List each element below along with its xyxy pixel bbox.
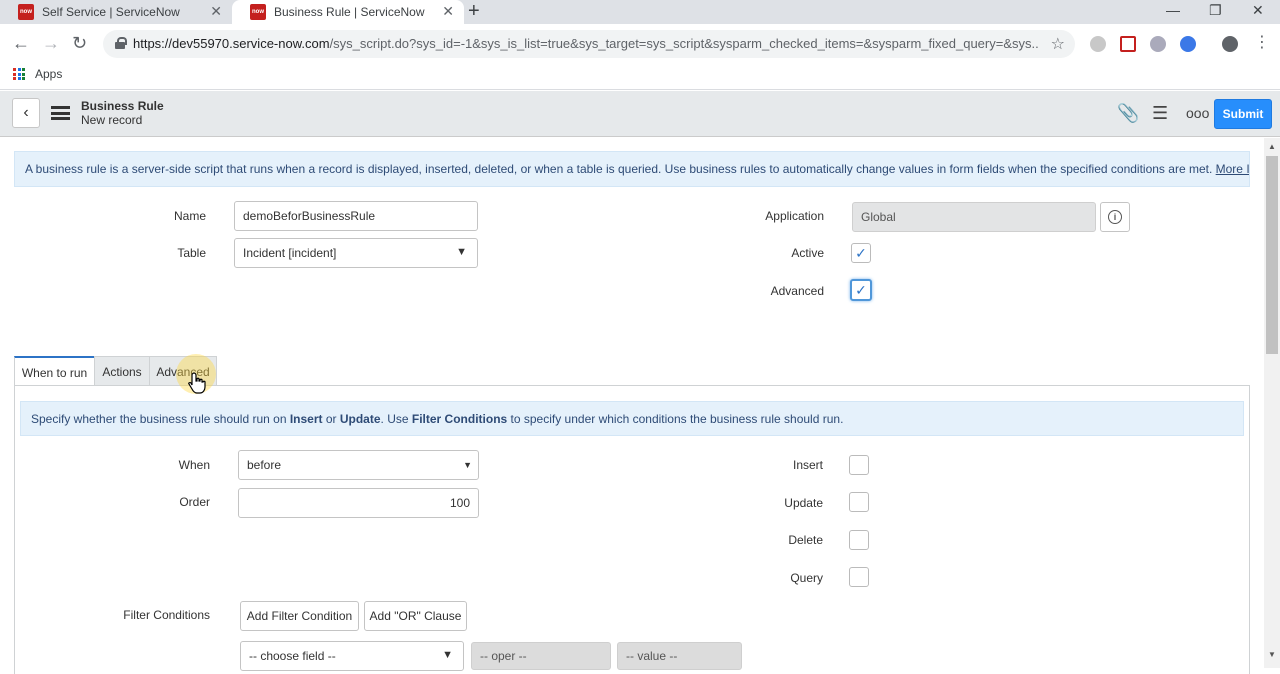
apps-bookmark[interactable]: Apps <box>35 67 62 81</box>
browser-tab-business-rule[interactable]: now Business Rule | ServiceNow ✕ <box>232 0 464 24</box>
extension-pocket-icon[interactable] <box>1120 36 1136 52</box>
url-text: https://dev55970.service-now.com/sys_scr… <box>133 36 1038 51</box>
form-title: Business Rule <box>81 99 164 113</box>
tab-title: Self Service | ServiceNow <box>42 5 180 19</box>
add-filter-condition-button[interactable]: Add Filter Condition <box>240 601 359 631</box>
when-select[interactable]: before ▼ <box>238 450 479 480</box>
checkmark-icon: ✓ <box>855 281 867 298</box>
settings-sliders-icon[interactable]: ☰ <box>1152 103 1168 124</box>
filter-conditions-label: Filter Conditions <box>123 608 210 622</box>
page-scrollbar[interactable]: ▲ ▼ <box>1264 138 1280 668</box>
servicenow-favicon-icon: now <box>250 4 266 20</box>
when-to-run-hint: Specify whether the business rule should… <box>20 401 1244 436</box>
tab-actions[interactable]: Actions <box>94 356 150 386</box>
servicenow-favicon-icon: now <box>18 4 34 20</box>
paperclip-icon[interactable]: 📎 <box>1117 103 1139 124</box>
info-icon: i <box>1108 210 1122 224</box>
active-label: Active <box>791 246 824 260</box>
update-label: Update <box>784 496 823 510</box>
bookmarks-bar: Apps <box>0 64 1280 90</box>
extension-shield-icon[interactable] <box>1150 36 1166 52</box>
form-subtitle: New record <box>81 113 143 127</box>
table-label: Table <box>177 246 206 260</box>
bookmark-star-icon[interactable]: ☆ <box>1051 34 1065 54</box>
browser-toolbar: ← → ↻ https://dev55970.service-now.com/s… <box>0 24 1280 64</box>
browser-tab-self-service[interactable]: now Self Service | ServiceNow ✕ <box>0 0 232 24</box>
delete-checkbox[interactable] <box>849 530 869 550</box>
context-menu-icon[interactable] <box>51 106 70 120</box>
scroll-down-arrow-icon[interactable]: ▼ <box>1268 650 1276 659</box>
close-tab-icon[interactable]: ✕ <box>210 3 222 20</box>
name-label: Name <box>173 209 206 223</box>
chrome-menu-icon[interactable]: ⋮ <box>1254 33 1270 53</box>
dropdown-arrow-icon: ▼ <box>456 246 467 258</box>
dropdown-arrow-icon: ▼ <box>442 649 453 661</box>
application-label: Application <box>765 209 824 223</box>
address-bar[interactable]: https://dev55970.service-now.com/sys_scr… <box>103 30 1075 58</box>
scroll-up-arrow-icon[interactable]: ▲ <box>1268 142 1276 151</box>
back-button[interactable]: ‹ <box>12 98 40 128</box>
dropdown-arrow-icon: ▼ <box>463 460 472 470</box>
extension-star-icon[interactable] <box>1180 36 1196 52</box>
tab-title: Business Rule | ServiceNow <box>274 5 425 19</box>
new-tab-plus-icon[interactable]: + <box>468 0 480 22</box>
name-input[interactable]: demoBeforBusinessRule <box>234 201 478 231</box>
chevron-left-icon: ‹ <box>23 104 29 121</box>
scroll-thumb[interactable] <box>1266 156 1278 354</box>
apps-grid-icon[interactable] <box>13 68 25 80</box>
value-field[interactable]: -- value -- <box>617 642 742 670</box>
minimize-icon[interactable]: — <box>1166 0 1180 20</box>
add-or-clause-button[interactable]: Add "OR" Clause <box>364 601 467 631</box>
tab-when-to-run[interactable]: When to run <box>14 356 95 387</box>
extension-icon[interactable] <box>1090 36 1106 52</box>
more-options-icon[interactable]: ooo <box>1186 105 1209 121</box>
when-label: When <box>178 458 210 472</box>
advanced-label: Advanced <box>770 284 824 298</box>
active-checkbox[interactable]: ✓ <box>851 243 871 263</box>
operator-select[interactable]: -- oper -- <box>471 642 611 670</box>
insert-label: Insert <box>792 458 823 472</box>
delete-label: Delete <box>788 533 823 547</box>
reload-icon[interactable]: ↻ <box>72 33 87 53</box>
browser-tab-bar: now Self Service | ServiceNow ✕ now Busi… <box>0 0 1280 24</box>
update-checkbox[interactable] <box>849 492 869 512</box>
submit-button[interactable]: Submit <box>1214 99 1272 129</box>
more-info-link[interactable]: More Info <box>1216 162 1249 176</box>
form-header: ‹ Business Rule New record 📎 ☰ ooo Submi… <box>0 91 1280 137</box>
insert-checkbox[interactable] <box>849 455 869 475</box>
back-arrow-icon[interactable]: ← <box>12 33 30 53</box>
close-tab-icon[interactable]: ✕ <box>442 3 454 20</box>
forward-arrow-icon[interactable]: → <box>42 33 60 53</box>
table-select[interactable]: Incident [incident] ▼ <box>234 238 478 268</box>
choose-field-select[interactable]: -- choose field -- ▼ <box>240 641 464 671</box>
application-field: Global <box>852 202 1096 232</box>
query-label: Query <box>790 571 823 585</box>
order-input[interactable]: 100 <box>238 488 479 518</box>
close-window-icon[interactable]: ✕ <box>1252 0 1264 20</box>
form-info-message: A business rule is a server-side script … <box>14 151 1250 187</box>
query-checkbox[interactable] <box>849 567 869 587</box>
profile-avatar-icon[interactable] <box>1222 36 1238 52</box>
hand-cursor-icon <box>188 372 206 394</box>
restore-icon[interactable]: ❐ <box>1209 0 1222 20</box>
advanced-checkbox[interactable]: ✓ <box>850 279 872 301</box>
order-label: Order <box>179 495 210 509</box>
application-info-button[interactable]: i <box>1100 202 1130 232</box>
checkmark-icon: ✓ <box>855 244 867 261</box>
lock-icon <box>115 37 127 49</box>
